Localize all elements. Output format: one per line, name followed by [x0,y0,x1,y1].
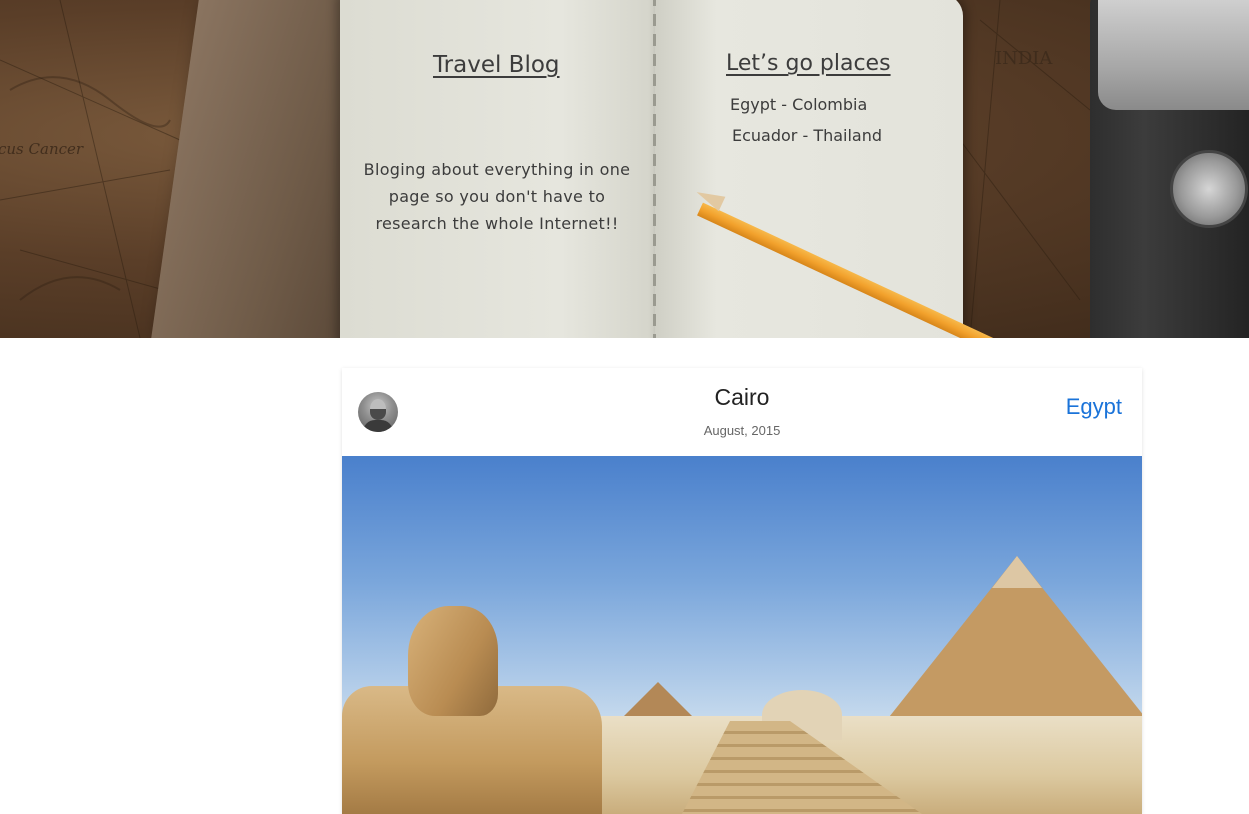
post-card: Cairo August, 2015 Egypt [342,368,1142,814]
camera-dial [1170,150,1248,228]
places-heading: Let’s go places [726,51,891,76]
map-label-india: INDIA [995,48,1053,69]
pyramid-capstone [992,556,1042,588]
country-link[interactable]: Egypt [1066,394,1122,420]
post-header: Cairo August, 2015 Egypt [342,368,1142,456]
post-image [342,456,1142,814]
camera-top-plate [1098,0,1249,110]
post-title: Cairo [714,384,770,410]
blog-tagline: Bloging about everything in one page so … [363,160,631,233]
blog-title: Travel Blog [433,52,560,78]
sphinx-head [408,606,498,716]
hero-banner: INDIA cus Cancer Travel Blog Bloging abo… [0,0,1249,338]
places-line-1: Egypt - Colombia [730,95,868,114]
places-line-2: Ecuador - Thailand [732,126,883,145]
notebook-spine [653,0,656,338]
map-label-tropic: cus Cancer [0,140,84,158]
post-date: August, 2015 [703,423,781,438]
